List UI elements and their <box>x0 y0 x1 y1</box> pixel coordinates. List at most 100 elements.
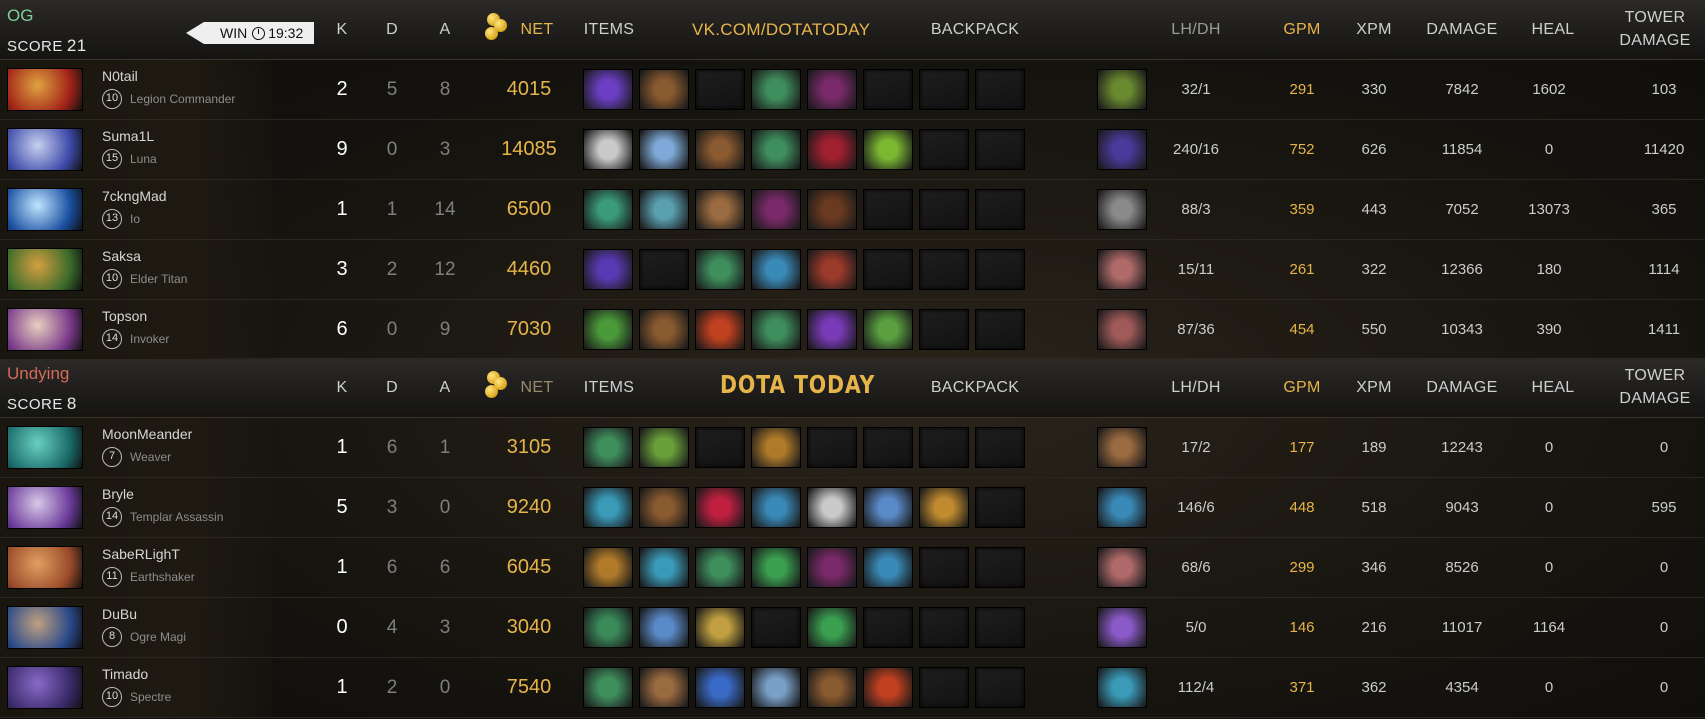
item-slot[interactable] <box>751 189 801 230</box>
empty-item-slot[interactable] <box>975 309 1025 350</box>
empty-item-slot[interactable] <box>975 607 1025 648</box>
player-row[interactable]: SabeRLighT 11 Earthshaker 1 6 6 6045 68/6 299 346… <box>0 538 1705 598</box>
empty-item-slot[interactable] <box>863 607 913 648</box>
hero-portrait[interactable] <box>7 546 83 589</box>
empty-item-slot[interactable] <box>975 69 1025 110</box>
item-slot[interactable] <box>807 309 857 350</box>
empty-item-slot[interactable] <box>975 189 1025 230</box>
item-slot[interactable] <box>807 607 857 648</box>
item-slot[interactable] <box>863 129 913 170</box>
neutral-item-slot[interactable] <box>1097 607 1147 648</box>
empty-item-slot[interactable] <box>639 249 689 290</box>
hero-portrait[interactable] <box>7 128 83 171</box>
neutral-item-slot[interactable] <box>1097 427 1147 468</box>
empty-item-slot[interactable] <box>919 667 969 708</box>
item-slot[interactable] <box>639 309 689 350</box>
item-slot[interactable] <box>639 487 689 528</box>
neutral-item-slot[interactable] <box>1097 547 1147 588</box>
item-slot[interactable] <box>583 547 633 588</box>
item-slot[interactable] <box>583 189 633 230</box>
item-slot[interactable] <box>639 547 689 588</box>
item-slot[interactable] <box>807 69 857 110</box>
player-row[interactable]: MoonMeander 7 Weaver 1 6 1 3105 17/2 177 189 12243… <box>0 418 1705 478</box>
empty-item-slot[interactable] <box>975 249 1025 290</box>
empty-item-slot[interactable] <box>919 309 969 350</box>
item-slot[interactable] <box>695 547 745 588</box>
empty-item-slot[interactable] <box>975 427 1025 468</box>
empty-item-slot[interactable] <box>919 189 969 230</box>
item-slot[interactable] <box>695 309 745 350</box>
item-slot[interactable] <box>695 249 745 290</box>
item-slot[interactable] <box>751 69 801 110</box>
item-slot[interactable] <box>807 487 857 528</box>
empty-item-slot[interactable] <box>975 667 1025 708</box>
empty-item-slot[interactable] <box>975 129 1025 170</box>
item-slot[interactable] <box>751 667 801 708</box>
item-slot[interactable] <box>639 427 689 468</box>
item-slot[interactable] <box>583 309 633 350</box>
empty-item-slot[interactable] <box>863 427 913 468</box>
item-slot[interactable] <box>863 309 913 350</box>
empty-item-slot[interactable] <box>695 69 745 110</box>
hero-portrait[interactable] <box>7 426 83 469</box>
item-slot[interactable] <box>583 607 633 648</box>
empty-item-slot[interactable] <box>975 487 1025 528</box>
item-slot[interactable] <box>639 129 689 170</box>
empty-item-slot[interactable] <box>695 427 745 468</box>
empty-item-slot[interactable] <box>751 607 801 648</box>
item-slot[interactable] <box>583 129 633 170</box>
player-row[interactable]: Timado 10 Spectre 1 2 0 7540 112/4 371 362 4354 0 0 <box>0 658 1705 718</box>
empty-item-slot[interactable] <box>919 607 969 648</box>
item-slot[interactable] <box>919 487 969 528</box>
empty-item-slot[interactable] <box>919 69 969 110</box>
empty-item-slot[interactable] <box>863 189 913 230</box>
neutral-item-slot[interactable] <box>1097 69 1147 110</box>
item-slot[interactable] <box>695 607 745 648</box>
player-row[interactable]: Bryle 14 Templar Assassin 5 3 0 9240 146/6 448 51… <box>0 478 1705 538</box>
hero-portrait[interactable] <box>7 666 83 709</box>
player-row[interactable]: N0tail 10 Legion Commander 2 5 8 4015 32/1 291 33… <box>0 60 1705 120</box>
neutral-item-slot[interactable] <box>1097 487 1147 528</box>
empty-item-slot[interactable] <box>863 249 913 290</box>
item-slot[interactable] <box>751 487 801 528</box>
item-slot[interactable] <box>639 189 689 230</box>
item-slot[interactable] <box>807 249 857 290</box>
item-slot[interactable] <box>751 129 801 170</box>
hero-portrait[interactable] <box>7 188 83 231</box>
empty-item-slot[interactable] <box>919 249 969 290</box>
hero-portrait[interactable] <box>7 606 83 649</box>
item-slot[interactable] <box>807 667 857 708</box>
player-row[interactable]: Saksa 10 Elder Titan 3 2 12 4460 15/11 261 322 123… <box>0 240 1705 300</box>
neutral-item-slot[interactable] <box>1097 309 1147 350</box>
empty-item-slot[interactable] <box>975 547 1025 588</box>
item-slot[interactable] <box>807 129 857 170</box>
neutral-item-slot[interactable] <box>1097 129 1147 170</box>
player-row[interactable]: 7ckngMad 13 Io 1 1 14 6500 88/3 359 443 7052 13073 3… <box>0 180 1705 240</box>
hero-portrait[interactable] <box>7 68 83 111</box>
item-slot[interactable] <box>807 189 857 230</box>
item-slot[interactable] <box>751 427 801 468</box>
item-slot[interactable] <box>863 667 913 708</box>
item-slot[interactable] <box>583 427 633 468</box>
item-slot[interactable] <box>583 487 633 528</box>
item-slot[interactable] <box>583 69 633 110</box>
item-slot[interactable] <box>695 129 745 170</box>
neutral-item-slot[interactable] <box>1097 667 1147 708</box>
player-row[interactable]: Suma1L 15 Luna 9 0 3 14085 240/16 752 626 11854 0 11… <box>0 120 1705 180</box>
neutral-item-slot[interactable] <box>1097 249 1147 290</box>
item-slot[interactable] <box>583 667 633 708</box>
player-row[interactable]: Topson 14 Invoker 6 0 9 7030 87/36 454 550 10343 39… <box>0 300 1705 360</box>
item-slot[interactable] <box>639 667 689 708</box>
item-slot[interactable] <box>751 249 801 290</box>
item-slot[interactable] <box>863 547 913 588</box>
item-slot[interactable] <box>583 249 633 290</box>
empty-item-slot[interactable] <box>919 427 969 468</box>
player-row[interactable]: DuBu 8 Ogre Magi 0 4 3 3040 5/0 146 216 11017 1164 0 <box>0 598 1705 658</box>
empty-item-slot[interactable] <box>919 547 969 588</box>
empty-item-slot[interactable] <box>807 427 857 468</box>
hero-portrait[interactable] <box>7 308 83 351</box>
item-slot[interactable] <box>639 607 689 648</box>
hero-portrait[interactable] <box>7 248 83 291</box>
hero-portrait[interactable] <box>7 486 83 529</box>
item-slot[interactable] <box>695 189 745 230</box>
